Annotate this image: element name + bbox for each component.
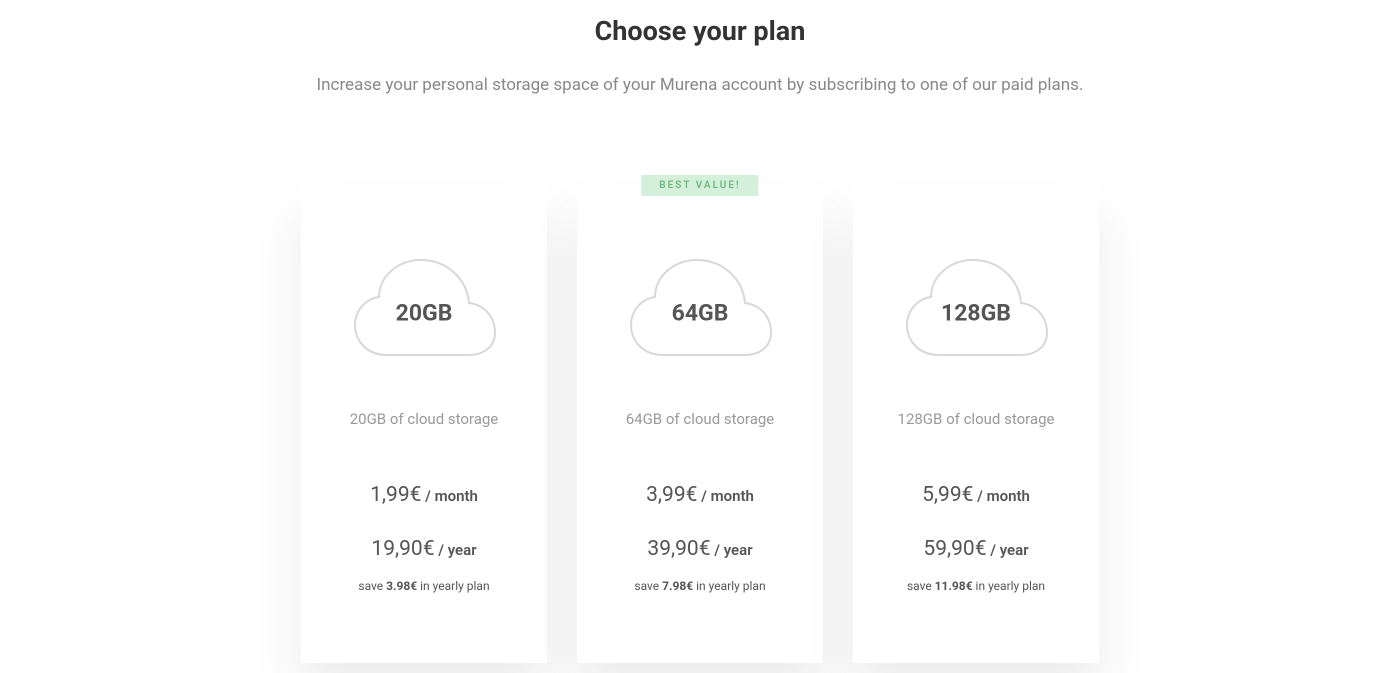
price-yearly: 19,90€ / year [321, 537, 527, 561]
save-suffix: in yearly plan [417, 579, 489, 593]
storage-desc: 20GB of cloud storage [321, 410, 527, 428]
year-period: / year [711, 541, 753, 559]
plans-row: 20GB 20GB of cloud storage 1,99€ / month… [0, 185, 1400, 663]
savings-note: save 11.98€ in yearly plan [873, 579, 1079, 593]
storage-size: 20GB [396, 299, 453, 326]
month-period: / month [973, 487, 1029, 505]
save-amount: 3.98€ [386, 579, 417, 593]
price-monthly: 5,99€ / month [873, 483, 1079, 507]
year-period: / year [435, 541, 477, 559]
price-yearly: 39,90€ / year [597, 537, 803, 561]
month-price: 1,99€ [370, 483, 421, 507]
storage-size: 64GB [672, 299, 729, 326]
savings-note: save 7.98€ in yearly plan [597, 579, 803, 593]
save-prefix: save [634, 579, 662, 593]
plan-card[interactable]: BEST VALUE! 64GB 64GB of cloud storage 3… [577, 185, 823, 663]
price-yearly: 59,90€ / year [873, 537, 1079, 561]
price-monthly: 1,99€ / month [321, 483, 527, 507]
storage-desc: 128GB of cloud storage [873, 410, 1079, 428]
save-amount: 11.98€ [935, 579, 973, 593]
year-price: 39,90€ [647, 537, 710, 561]
save-amount: 7.98€ [662, 579, 693, 593]
page-subtitle: Increase your personal storage space of … [0, 75, 1400, 95]
best-value-badge: BEST VALUE! [641, 175, 758, 196]
storage-desc: 64GB of cloud storage [597, 410, 803, 428]
savings-note: save 3.98€ in yearly plan [321, 579, 527, 593]
month-period: / month [697, 487, 753, 505]
save-prefix: save [907, 579, 935, 593]
page-title: Choose your plan [0, 15, 1400, 47]
month-period: / month [421, 487, 477, 505]
price-monthly: 3,99€ / month [597, 483, 803, 507]
storage-size: 128GB [941, 299, 1011, 326]
month-price: 3,99€ [646, 483, 697, 507]
cloud-graphic: 128GB [873, 255, 1079, 360]
save-suffix: in yearly plan [973, 579, 1045, 593]
cloud-graphic: 20GB [321, 255, 527, 360]
plan-card[interactable]: 128GB 128GB of cloud storage 5,99€ / mon… [853, 185, 1099, 663]
year-price: 59,90€ [923, 537, 986, 561]
plan-card[interactable]: 20GB 20GB of cloud storage 1,99€ / month… [301, 185, 547, 663]
month-price: 5,99€ [922, 483, 973, 507]
cloud-graphic: 64GB [597, 255, 803, 360]
year-period: / year [987, 541, 1029, 559]
save-suffix: in yearly plan [693, 579, 765, 593]
save-prefix: save [358, 579, 386, 593]
year-price: 19,90€ [371, 537, 434, 561]
